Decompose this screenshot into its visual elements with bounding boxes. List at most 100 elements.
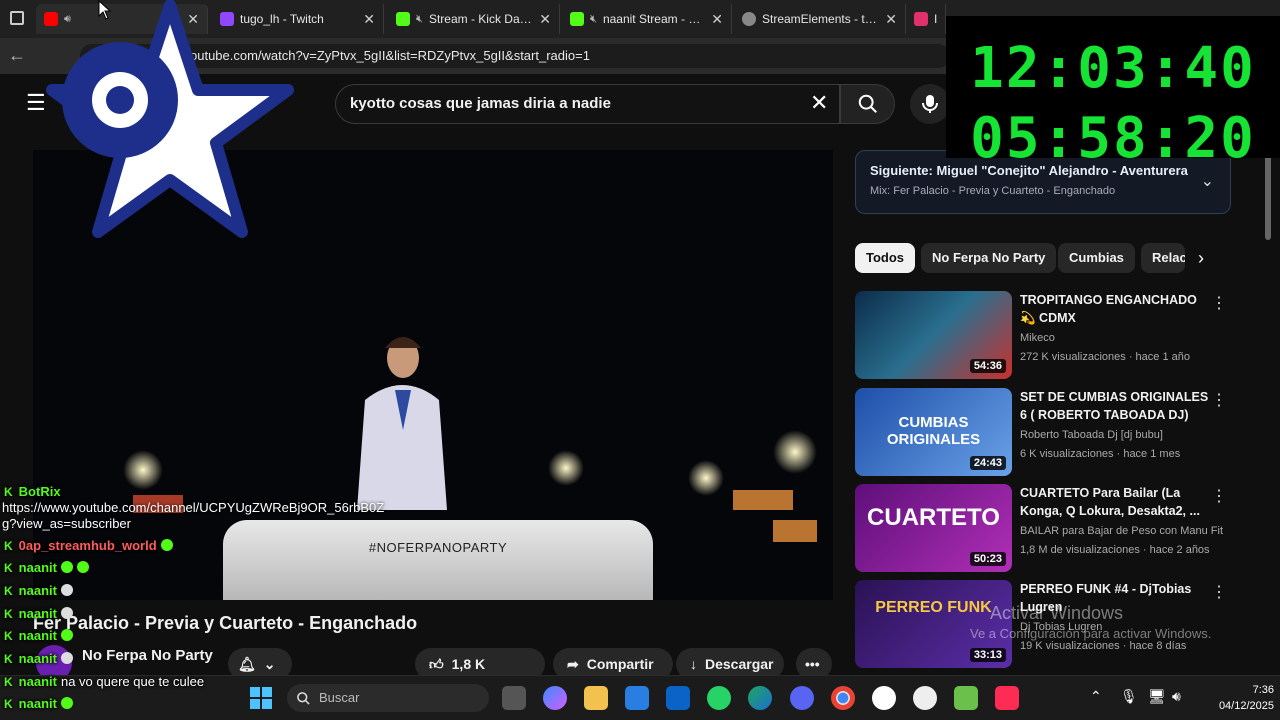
microphone-tray-icon[interactable]: 🎙︎ bbox=[1120, 688, 1138, 705]
taskbar-date[interactable]: 04/12/2025 bbox=[1204, 700, 1274, 712]
dj-booth bbox=[223, 520, 653, 600]
kick-badge-icon: K bbox=[4, 561, 13, 575]
copilot-icon[interactable] bbox=[543, 686, 567, 710]
edge-icon[interactable] bbox=[748, 686, 772, 710]
thumbnail-text: CUMBIAS ORIGINALES bbox=[886, 414, 981, 448]
streamelements-favicon-icon bbox=[742, 12, 756, 26]
obs-icon[interactable] bbox=[913, 686, 937, 710]
close-tab-icon[interactable]: ✕ bbox=[711, 11, 723, 28]
thumbs-up-icon: 👍︎ bbox=[429, 655, 444, 672]
microphone-icon bbox=[922, 95, 938, 113]
muted-speaker-icon[interactable]: 🔇︎ bbox=[590, 13, 597, 26]
chip-todos[interactable]: Todos bbox=[855, 243, 916, 273]
share-arrow-icon: ➦ bbox=[567, 655, 579, 672]
chat-message: K BotRix bbox=[4, 484, 61, 499]
back-arrow-icon[interactable]: ← bbox=[8, 45, 26, 66]
chat-message: Knaanit bbox=[4, 583, 73, 598]
chevron-up-icon[interactable]: ⌃ bbox=[1090, 688, 1102, 705]
network-icon[interactable]: 🖥︎ bbox=[1148, 688, 1166, 705]
recommendation-title[interactable]: CUARTETO Para Bailar (La Konga, Q Lokura… bbox=[1020, 484, 1210, 520]
recommendation-channel[interactable]: Mikeco bbox=[1020, 332, 1055, 344]
video-thumbnail[interactable]: PERREO FUNK 33:13 bbox=[855, 580, 1012, 668]
recommendation-item[interactable]: CUMBIAS ORIGINALES 24:43 SET DE CUMBIAS … bbox=[855, 388, 1231, 478]
windows-start-icon[interactable] bbox=[250, 687, 272, 709]
tab-streamelements[interactable]: StreamElements - tugo_ ✕ bbox=[734, 4, 906, 34]
recommendation-channel[interactable]: Roberto Taboada Dj [dj bubu] bbox=[1020, 429, 1163, 441]
chevron-down-icon[interactable]: ⌄ bbox=[1201, 171, 1214, 191]
chat-message: Knaanit bbox=[4, 628, 73, 643]
duration-badge: 33:13 bbox=[969, 648, 1006, 662]
chat-message: Knaanit bbox=[4, 606, 73, 621]
kick-badge-icon: K bbox=[4, 629, 13, 643]
tab-instagram[interactable]: Ins bbox=[906, 4, 946, 34]
more-dots-icon: ••• bbox=[805, 656, 820, 672]
tab-actions-icon[interactable] bbox=[10, 11, 24, 25]
channel-name[interactable]: No Ferpa No Party bbox=[82, 647, 213, 664]
stage-light bbox=[688, 460, 724, 496]
emote-icon bbox=[60, 561, 73, 573]
close-tab-icon[interactable]: ✕ bbox=[885, 11, 897, 28]
recommendation-item[interactable]: CUARTETO 50:23 CUARTETO Para Bailar (La … bbox=[855, 484, 1231, 574]
video-title: Fer Palacio - Previa y Cuarteto - Enganc… bbox=[33, 613, 418, 633]
file-explorer-icon[interactable] bbox=[584, 686, 608, 710]
recommendation-meta: 19 K visualizaciones · hace 8 días bbox=[1020, 640, 1187, 652]
taskbar-search-input[interactable]: Buscar bbox=[287, 684, 489, 712]
search-input[interactable]: kyotto cosas que jamas diria a nadie bbox=[335, 84, 840, 124]
chip-relacionados[interactable]: Relac bbox=[1141, 243, 1185, 273]
kick-badge-icon: K bbox=[4, 697, 13, 711]
performer-figure bbox=[357, 337, 447, 510]
discord-icon[interactable] bbox=[790, 686, 814, 710]
more-vertical-icon[interactable]: ⋮ bbox=[1211, 390, 1227, 410]
chip-no-ferpa[interactable]: No Ferpa No Party bbox=[921, 243, 1057, 273]
recommendation-item[interactable]: PERREO FUNK 33:13 PERREO FUNK #4 - DjTob… bbox=[855, 580, 1231, 668]
more-vertical-icon[interactable]: ⋮ bbox=[1211, 582, 1227, 602]
emote-icon bbox=[60, 607, 73, 619]
activate-windows-title: Activar Windows bbox=[990, 603, 1124, 623]
muted-speaker-icon[interactable]: 🔇︎ bbox=[416, 13, 423, 26]
video-thumbnail[interactable]: CUMBIAS ORIGINALES 24:43 bbox=[855, 388, 1012, 476]
tiktok-icon[interactable] bbox=[995, 686, 1019, 710]
kick-badge-icon: K bbox=[4, 584, 13, 598]
volume-icon[interactable]: 🔊︎ bbox=[1172, 688, 1181, 705]
close-tab-icon[interactable]: ✕ bbox=[363, 11, 375, 28]
search-icon bbox=[858, 94, 877, 113]
recommendation-title[interactable]: TROPITANGO ENGANCHADO 💫 CDMX bbox=[1020, 291, 1210, 327]
chat-message: Knaanit na vo quere que te culee bbox=[4, 674, 205, 689]
emote-icon bbox=[60, 584, 73, 596]
kick-favicon-icon bbox=[396, 12, 410, 26]
recommendation-title[interactable]: SET DE CUMBIAS ORIGINALES 6 ( ROBERTO TA… bbox=[1020, 388, 1210, 424]
download-icon: ↓ bbox=[690, 656, 697, 672]
instagram-favicon-icon bbox=[914, 12, 928, 26]
clear-search-icon[interactable]: ✕ bbox=[810, 90, 828, 116]
stage-light bbox=[123, 450, 163, 490]
recommendation-meta: 1,8 M de visualizaciones · hace 2 años bbox=[1020, 544, 1210, 556]
mail-icon[interactable] bbox=[666, 686, 690, 710]
stage-light bbox=[548, 450, 584, 486]
android-app-icon[interactable] bbox=[954, 686, 978, 710]
kick-badge-icon: K bbox=[4, 675, 13, 689]
whatsapp-icon[interactable] bbox=[707, 686, 731, 710]
more-vertical-icon[interactable]: ⋮ bbox=[1211, 486, 1227, 506]
mouse-cursor-icon bbox=[98, 0, 112, 20]
taskbar-time[interactable]: 7:36 bbox=[1224, 684, 1274, 696]
store-icon[interactable] bbox=[625, 686, 649, 710]
tab-kick-dashboard[interactable]: 🔇︎ Stream - Kick Dashboard ✕ bbox=[388, 4, 560, 34]
recommendation-meta: 6 K visualizaciones · hace 1 mes bbox=[1020, 448, 1181, 460]
video-thumbnail[interactable]: CUARTETO 50:23 bbox=[855, 484, 1012, 572]
chevron-right-icon[interactable]: › bbox=[1198, 248, 1204, 269]
search-button[interactable] bbox=[840, 84, 895, 124]
kick-badge-icon: K bbox=[4, 539, 13, 553]
xbox-icon[interactable] bbox=[872, 686, 896, 710]
recommendation-item[interactable]: 54:36 TROPITANGO ENGANCHADO 💫 CDMX Mikec… bbox=[855, 291, 1231, 381]
more-vertical-icon[interactable]: ⋮ bbox=[1211, 293, 1227, 313]
tab-kick-stream[interactable]: 🔇︎ naanit Stream - Wat ✕ bbox=[562, 4, 732, 34]
chrome-icon[interactable] bbox=[831, 686, 855, 710]
recommendation-channel[interactable]: BAILAR para Bajar de Peso con Manu Fit bbox=[1020, 525, 1223, 537]
chip-cumbias[interactable]: Cumbias bbox=[1058, 243, 1135, 273]
emote-icon bbox=[160, 539, 173, 551]
chat-link: https://www.youtube.com/channel/UCPYUgZW… bbox=[2, 500, 385, 515]
voice-search-button[interactable] bbox=[910, 84, 950, 124]
close-tab-icon[interactable]: ✕ bbox=[539, 11, 551, 28]
video-thumbnail[interactable]: 54:36 bbox=[855, 291, 1012, 379]
task-view-icon[interactable] bbox=[502, 686, 526, 710]
